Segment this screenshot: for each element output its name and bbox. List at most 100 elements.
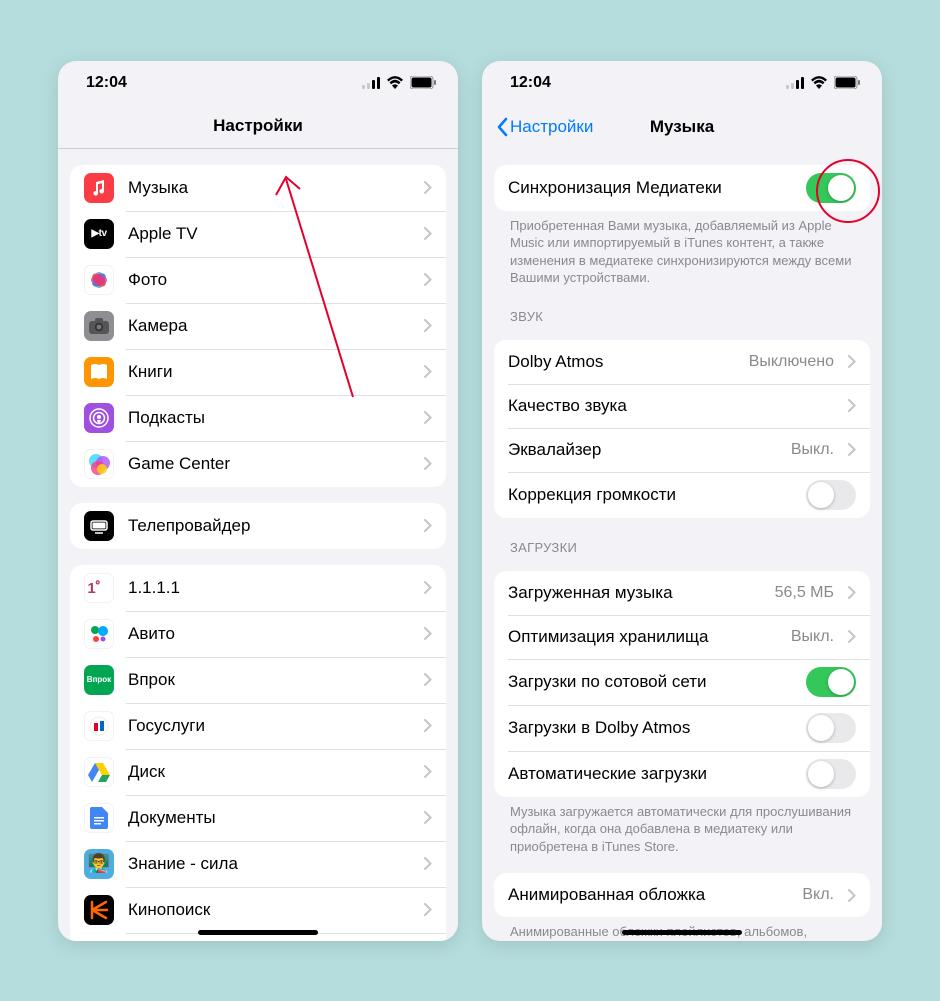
settings-row-docs[interactable]: Документы [70,795,446,841]
row-label: Телепровайдер [128,516,410,536]
status-time: 12:04 [86,74,127,92]
podcasts-icon [84,403,114,433]
settings-row-tvprovider[interactable]: Телепровайдер [70,503,446,549]
photos-icon [84,265,114,295]
settings-row-kinopoisk[interactable]: Кинопоиск [70,887,446,933]
chevron-right-icon [424,273,432,286]
row-dolby-downloads[interactable]: Загрузки в Dolby Atmos [494,705,870,751]
row-label: Диск [128,762,410,782]
chevron-right-icon [848,586,856,599]
row-label: Впрок [128,670,410,690]
settings-row-music[interactable]: Музыка [70,165,446,211]
chevron-right-icon [848,443,856,456]
footer-downloads: Музыка загружается автоматически для про… [510,803,854,856]
group-sync: Синхронизация Медиатеки [494,165,870,211]
row-label: Камера [128,316,410,336]
status-bar: 12:04 [58,61,458,105]
switch-dolby-downloads[interactable] [806,713,856,743]
settings-group-tvprovider: Телепровайдер [70,503,446,549]
row-label: Качество звука [508,396,834,416]
switch-auto-downloads[interactable] [806,759,856,789]
switch-volume-correction[interactable] [806,480,856,510]
settings-row-vprok[interactable]: Впрок Впрок [70,657,446,703]
docs-icon [84,803,114,833]
cellular-icon [786,77,804,89]
row-label: Dolby Atmos [508,352,735,372]
settings-list[interactable]: Музыка ▶tvApple TVФото Камера Книги Подкасты… [58,149,458,941]
back-button[interactable]: Настройки [490,105,599,149]
music-settings-screen: 12:04 Настройки Музыка Синхронизация Мед… [482,61,882,941]
battery-icon [834,76,860,89]
row-value: Вкл. [802,886,834,904]
switch-sync-library[interactable] [806,173,856,203]
row-dolby-atmos[interactable]: Dolby Atmos Выключено [494,340,870,384]
row-cellular-downloads[interactable]: Загрузки по сотовой сети [494,659,870,705]
page-title: Настройки [213,116,303,136]
chevron-right-icon [424,765,432,778]
settings-row-onedot[interactable]: 1゜1.1.1.1 [70,565,446,611]
settings-row-gosuslugi[interactable]: Госуслуги [70,703,446,749]
settings-row-gamecenter[interactable]: Game Center [70,441,446,487]
row-downloaded-music[interactable]: Загруженная музыка 56,5 МБ [494,571,870,615]
avito-icon [84,619,114,649]
row-label: 1.1.1.1 [128,578,410,598]
chevron-right-icon [424,857,432,870]
row-equalizer[interactable]: Эквалайзер Выкл. [494,428,870,472]
music-icon [84,173,114,203]
vprok-icon: Впрок [84,665,114,695]
row-volume-correction[interactable]: Коррекция громкости [494,472,870,518]
chevron-right-icon [424,365,432,378]
chevron-left-icon [496,117,508,137]
settings-row-books[interactable]: Книги [70,349,446,395]
row-label: Анимированная обложка [508,885,788,905]
settings-row-avito[interactable]: Авито [70,611,446,657]
cellular-icon [362,77,380,89]
row-label: Авито [128,624,410,644]
row-auto-downloads[interactable]: Автоматические загрузки [494,751,870,797]
wifi-icon [810,76,828,89]
settings-row-znanie[interactable]: 👨‍🏫Знание - сила [70,841,446,887]
settings-row-photos[interactable]: Фото [70,257,446,303]
gamecenter-icon [84,449,114,479]
row-label: Документы [128,808,410,828]
nav-bar: Настройки Музыка [482,105,882,149]
chevron-right-icon [424,811,432,824]
books-icon [84,357,114,387]
row-label: Синхронизация Медиатеки [508,178,792,198]
row-label: Кинопоиск [128,900,410,920]
gosuslugi-icon [84,711,114,741]
music-settings-list[interactable]: Синхронизация Медиатеки Приобретенная Ва… [482,149,882,941]
row-animated-cover[interactable]: Анимированная обложка Вкл. [494,873,870,917]
settings-row-tv[interactable]: ▶tvApple TV [70,211,446,257]
settings-row-podcasts[interactable]: Подкасты [70,395,446,441]
row-label: Книги [128,362,410,382]
group-downloads: Загруженная музыка 56,5 МБ Оптимизация х… [494,571,870,797]
chevron-right-icon [848,630,856,643]
tvprovider-icon [84,511,114,541]
row-sync-library[interactable]: Синхронизация Медиатеки [494,165,870,211]
home-indicator[interactable] [622,930,742,935]
chevron-right-icon [424,457,432,470]
kinopoisk-icon [84,895,114,925]
row-label: Apple TV [128,224,410,244]
row-value: Выкл. [791,628,834,646]
chevron-right-icon [848,399,856,412]
row-label: Подкасты [128,408,410,428]
page-title: Музыка [650,117,714,137]
chevron-right-icon [424,181,432,194]
row-label: Знание - сила [128,854,410,874]
row-label: Загрузки по сотовой сети [508,672,792,692]
row-label: Музыка [128,178,410,198]
switch-cellular-downloads[interactable] [806,667,856,697]
chevron-right-icon [424,227,432,240]
settings-row-camera[interactable]: Камера [70,303,446,349]
row-optimize-storage[interactable]: Оптимизация хранилища Выкл. [494,615,870,659]
group-cover: Анимированная обложка Вкл. [494,873,870,917]
chevron-right-icon [424,411,432,424]
row-label: Загрузки в Dolby Atmos [508,718,792,738]
row-value: Выкл. [791,441,834,459]
header-sound: ЗВУК [510,309,854,324]
settings-row-drive[interactable]: Диск [70,749,446,795]
home-indicator[interactable] [198,930,318,935]
row-audio-quality[interactable]: Качество звука [494,384,870,428]
